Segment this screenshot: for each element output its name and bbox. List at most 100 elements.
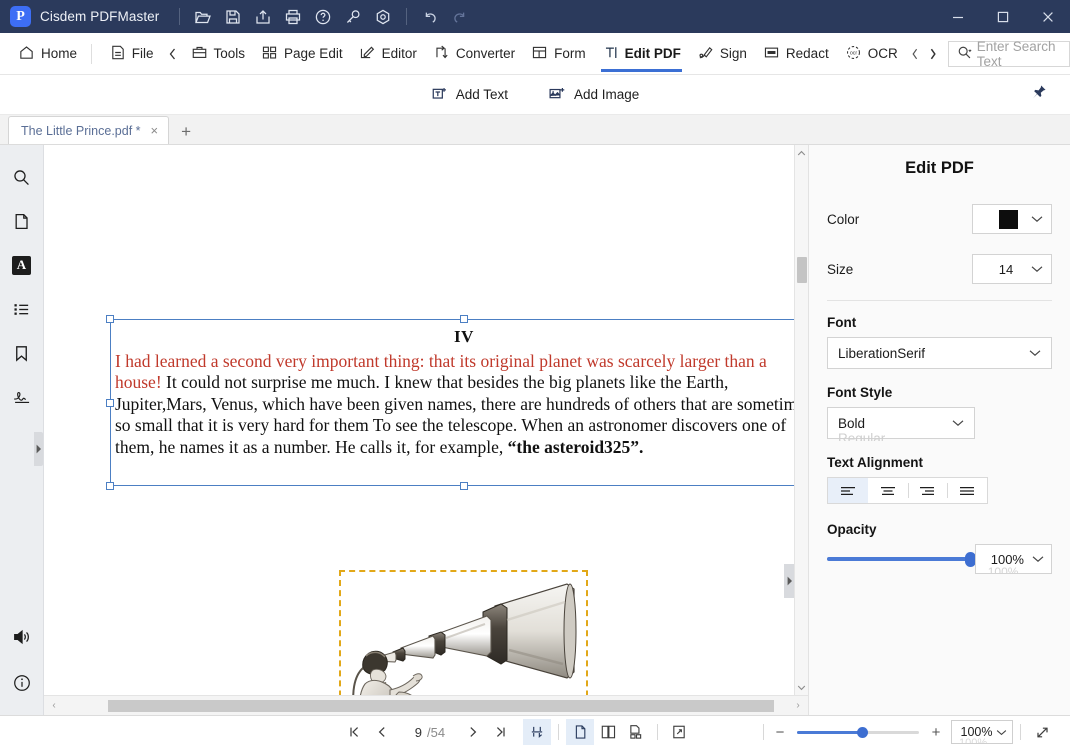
size-value: 14	[998, 261, 1014, 277]
ribbon-item-editor[interactable]: Editor	[351, 33, 425, 75]
scroll-down-icon[interactable]	[795, 679, 809, 695]
sidebar-item-read-aloud[interactable]	[4, 619, 40, 655]
close-tab-icon[interactable]: ×	[149, 123, 161, 138]
presentation-button[interactable]	[665, 719, 693, 745]
align-center-icon[interactable]	[868, 478, 908, 503]
resize-handle-middle-left[interactable]	[106, 398, 114, 407]
add-text-label: Add Text	[455, 87, 508, 102]
selected-text-block[interactable]: IV I had learned a second very important…	[106, 315, 808, 490]
opacity-slider[interactable]	[827, 551, 976, 567]
single-page-view-button[interactable]	[566, 719, 595, 745]
ribbon-item-edit-pdf[interactable]: Edit PDF	[594, 33, 689, 75]
last-page-button[interactable]	[487, 719, 515, 745]
fullscreen-button[interactable]	[1028, 719, 1056, 745]
zoom-slider[interactable]	[797, 724, 919, 740]
sidebar-item-bookmarks[interactable]	[4, 335, 40, 371]
scroll-up-icon[interactable]	[795, 145, 809, 161]
next-page-button[interactable]	[459, 719, 487, 745]
color-select[interactable]	[972, 204, 1052, 234]
resize-handle-top-left[interactable]	[106, 315, 114, 323]
sidebar-expand-toggle[interactable]	[34, 432, 43, 466]
window-close-button[interactable]	[1025, 0, 1070, 33]
sidebar-item-outline[interactable]	[4, 291, 40, 327]
key-icon[interactable]	[338, 2, 368, 32]
ribbon-item-converter[interactable]: Converter	[425, 33, 523, 75]
undo-icon[interactable]	[415, 2, 445, 32]
sidebar-item-search[interactable]	[4, 159, 40, 195]
search-box[interactable]: Enter Search Text	[947, 39, 1070, 69]
sidebar-item-signatures[interactable]	[4, 379, 40, 415]
ribbon-nav-next-icon[interactable]	[924, 46, 942, 62]
sidebar-item-thumbnails[interactable]	[4, 203, 40, 239]
resize-handle-top-center[interactable]	[460, 315, 468, 323]
horizontal-scroll-track[interactable]	[62, 699, 790, 712]
ribbon-item-home[interactable]: Home	[10, 33, 85, 75]
ribbon-item-page-edit[interactable]: Page Edit	[253, 33, 351, 75]
sidebar-item-text-annotations[interactable]: A	[4, 247, 40, 283]
scroll-right-icon[interactable]: ›	[790, 700, 806, 711]
ribbon-item-ocr[interactable]: ocr OCR	[837, 33, 906, 75]
search-input[interactable]: Enter Search Text	[977, 39, 1061, 69]
first-page-button[interactable]	[340, 719, 368, 745]
font-select[interactable]: LiberationSerif	[827, 337, 1052, 369]
pdf-page[interactable]: IV I had learned a second very important…	[44, 145, 808, 695]
continuous-view-button[interactable]	[622, 719, 650, 745]
share-icon[interactable]	[248, 2, 278, 32]
help-icon[interactable]	[308, 2, 338, 32]
align-right-icon[interactable]	[907, 478, 948, 503]
ribbon-label-edit-pdf: Edit PDF	[624, 46, 681, 61]
ribbon-nav-prev-icon[interactable]	[906, 46, 924, 62]
selected-image-block[interactable]	[339, 570, 588, 695]
vertical-scroll-track[interactable]	[795, 161, 809, 679]
ribbon-item-file[interactable]: File	[102, 33, 162, 75]
ribbon-label-home: Home	[41, 46, 78, 61]
ribbon-item-tools[interactable]: Tools	[183, 33, 254, 75]
zoom-slider-thumb[interactable]	[857, 727, 868, 738]
document-viewport: IV I had learned a second very important…	[44, 145, 808, 715]
document-tab[interactable]: The Little Prince.pdf * ×	[8, 116, 170, 144]
current-page-input[interactable]: 9	[396, 725, 422, 740]
settings-icon[interactable]	[368, 2, 398, 32]
save-icon[interactable]	[218, 2, 248, 32]
two-page-view-button[interactable]	[594, 719, 622, 745]
ribbon-item-redact[interactable]: Redact	[755, 33, 837, 75]
align-justify-icon[interactable]	[947, 478, 987, 503]
ribbon-scroll-left-icon[interactable]	[162, 46, 183, 62]
scroll-left-icon[interactable]: ‹	[46, 700, 62, 711]
open-file-icon[interactable]	[188, 2, 218, 32]
panel-collapse-toggle[interactable]	[784, 564, 794, 598]
ribbon-item-form[interactable]: Form	[523, 33, 594, 75]
zoom-level-select[interactable]: 100% 100%	[951, 720, 1013, 744]
size-select[interactable]: 14	[972, 254, 1052, 284]
status-divider-2	[657, 724, 659, 740]
ribbon-label-file: File	[131, 46, 154, 61]
resize-handle-bottom-left[interactable]	[106, 482, 114, 490]
vertical-scroll-thumb[interactable]	[796, 257, 807, 283]
add-image-button[interactable]: Add Image	[542, 81, 645, 109]
pdf-text-content[interactable]: IV I had learned a second very important…	[111, 320, 808, 458]
print-icon[interactable]	[278, 2, 308, 32]
window-maximize-button[interactable]	[980, 0, 1025, 33]
sidebar-item-info[interactable]	[4, 665, 40, 701]
zoom-out-button[interactable]: −	[771, 724, 789, 741]
font-style-ghost-option: Regular	[838, 432, 886, 441]
window-minimize-button[interactable]	[935, 0, 980, 33]
ribbon-label-redact: Redact	[785, 46, 829, 61]
resize-handle-bottom-center[interactable]	[460, 482, 468, 490]
align-left-icon[interactable]	[828, 478, 868, 503]
add-text-button[interactable]: Add Text	[425, 81, 514, 109]
document-horizontal-scrollbar[interactable]: ‹ ›	[44, 695, 808, 715]
ribbon-item-sign[interactable]: Sign	[689, 33, 755, 75]
opacity-select[interactable]: 100% 100%	[974, 544, 1052, 574]
opacity-ghost-option: 100%	[987, 566, 1019, 573]
new-tab-button[interactable]: +	[169, 123, 203, 140]
horizontal-scroll-thumb[interactable]	[108, 699, 774, 712]
font-style-select[interactable]: Bold Regular	[827, 407, 975, 441]
prev-page-button[interactable]	[368, 719, 396, 745]
fit-page-button[interactable]	[523, 719, 552, 745]
redo-icon[interactable]	[445, 2, 475, 32]
pin-icon[interactable]	[1029, 83, 1048, 107]
zoom-in-button[interactable]: +	[927, 724, 945, 741]
document-vertical-scrollbar[interactable]	[794, 145, 808, 695]
chevron-down-icon	[1029, 350, 1041, 356]
